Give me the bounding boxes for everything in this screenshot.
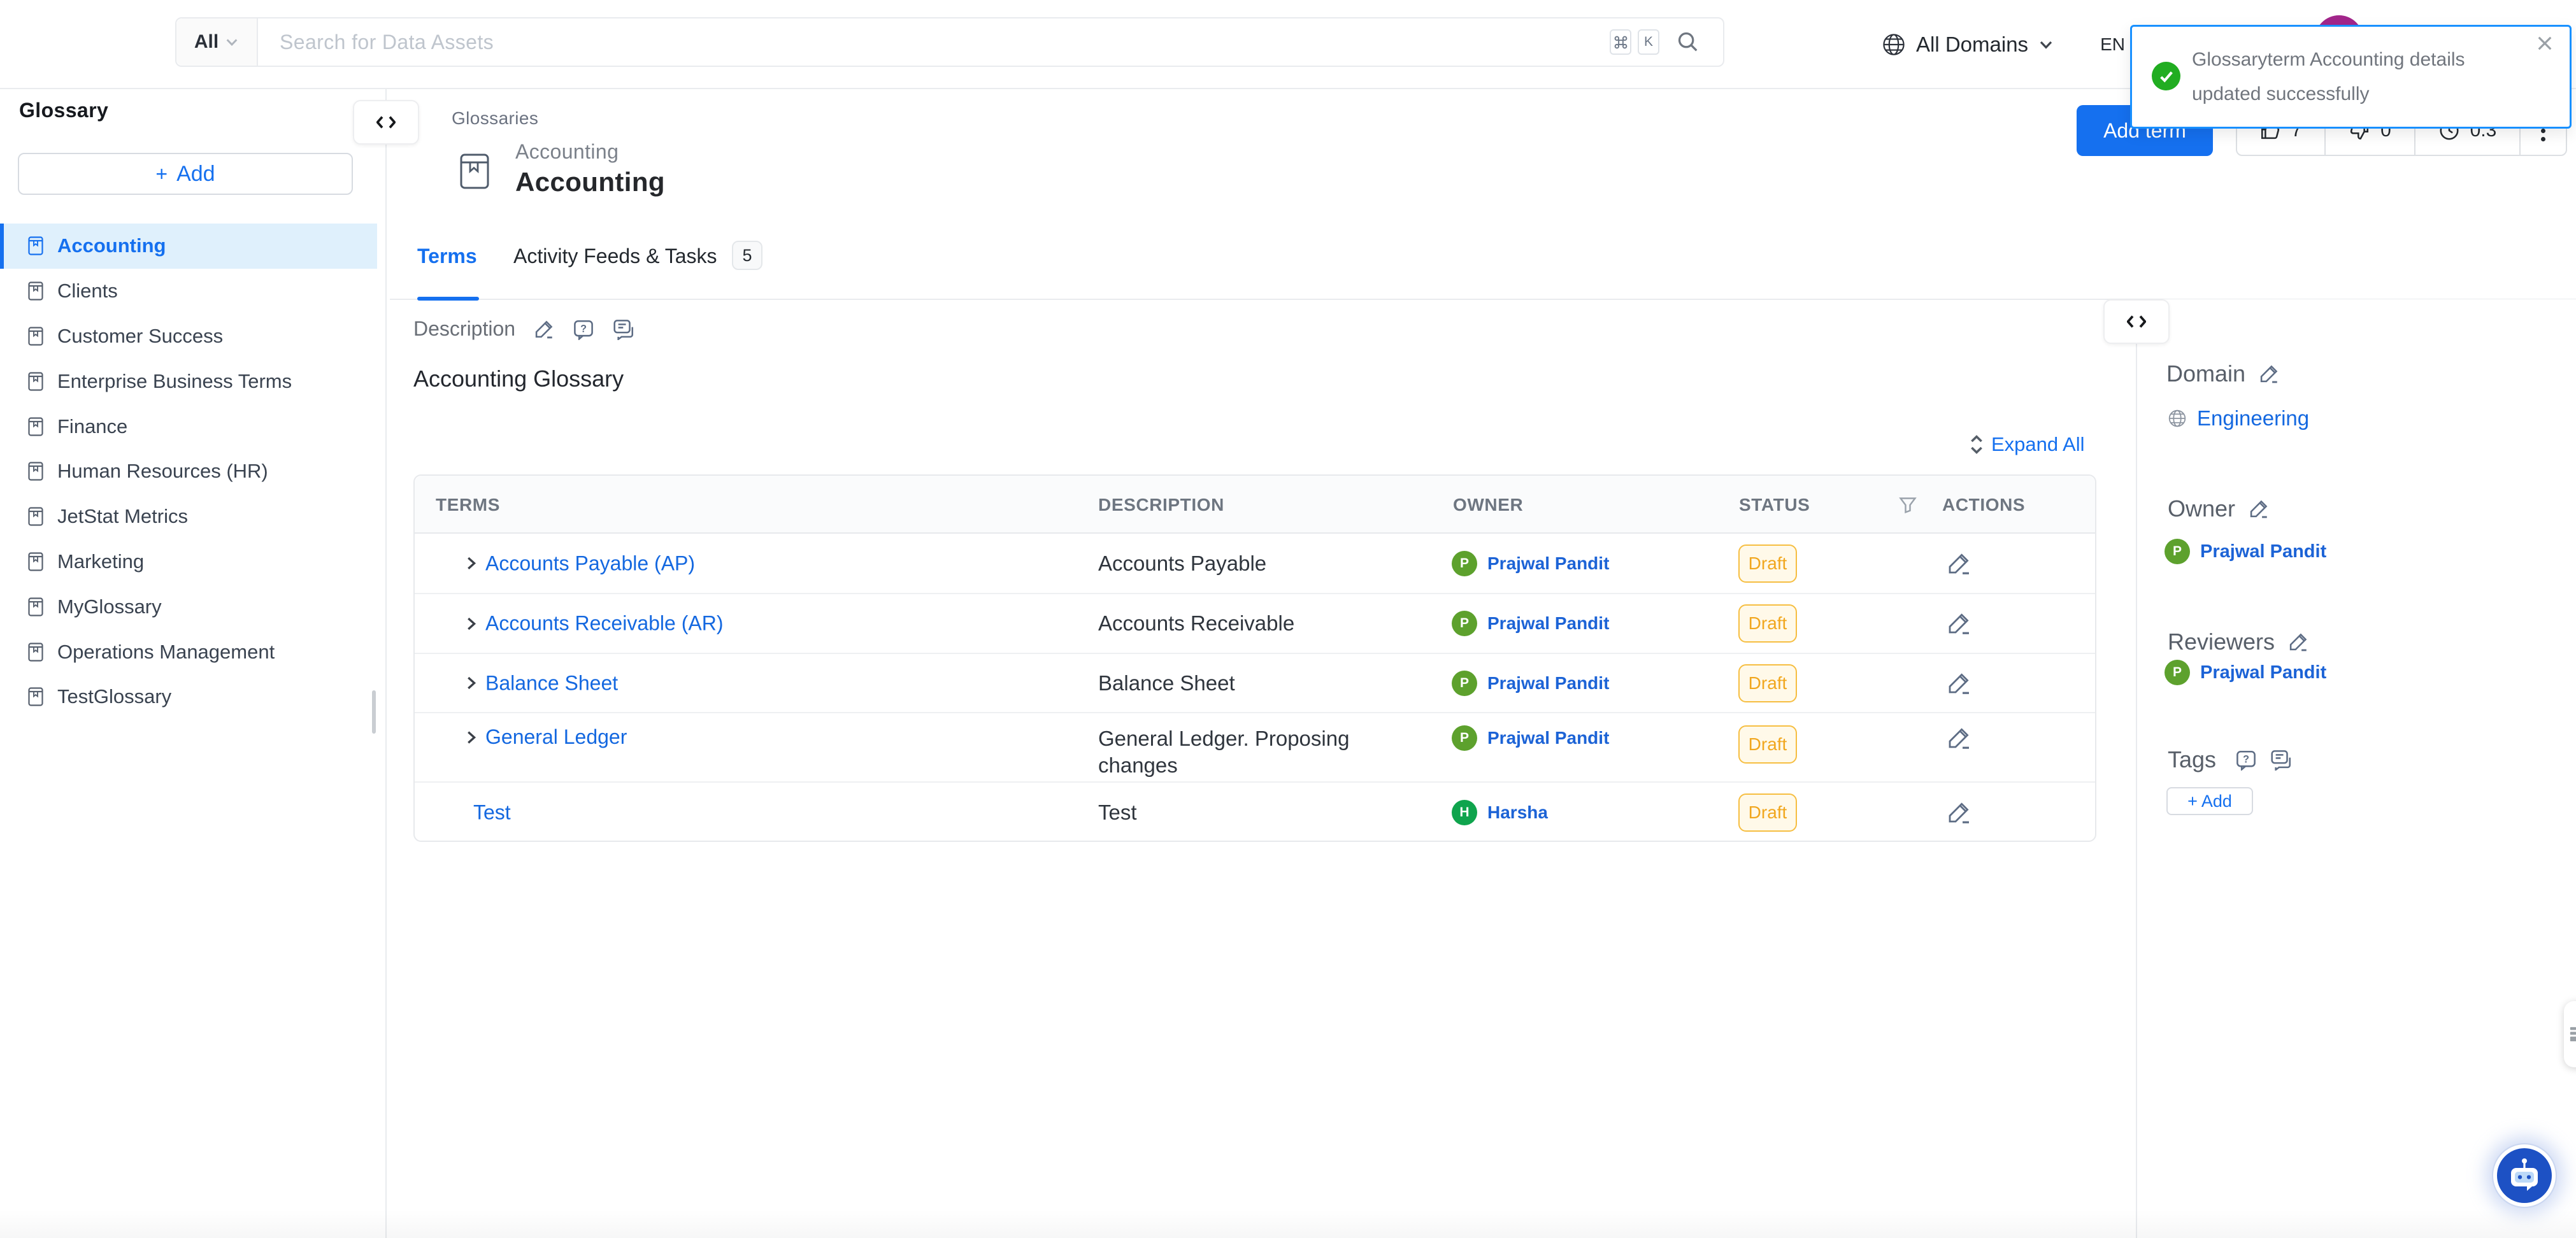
svg-text:?: ? [2243,753,2249,765]
svg-text:?: ? [580,323,587,334]
